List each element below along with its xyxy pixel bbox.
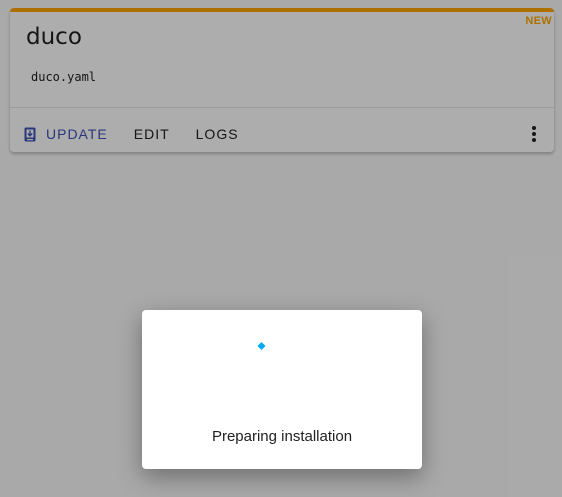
loading-spinner-icon [252, 336, 272, 356]
install-progress-dialog: Preparing installation [142, 310, 422, 469]
status-text: Preparing installation [211, 428, 353, 445]
